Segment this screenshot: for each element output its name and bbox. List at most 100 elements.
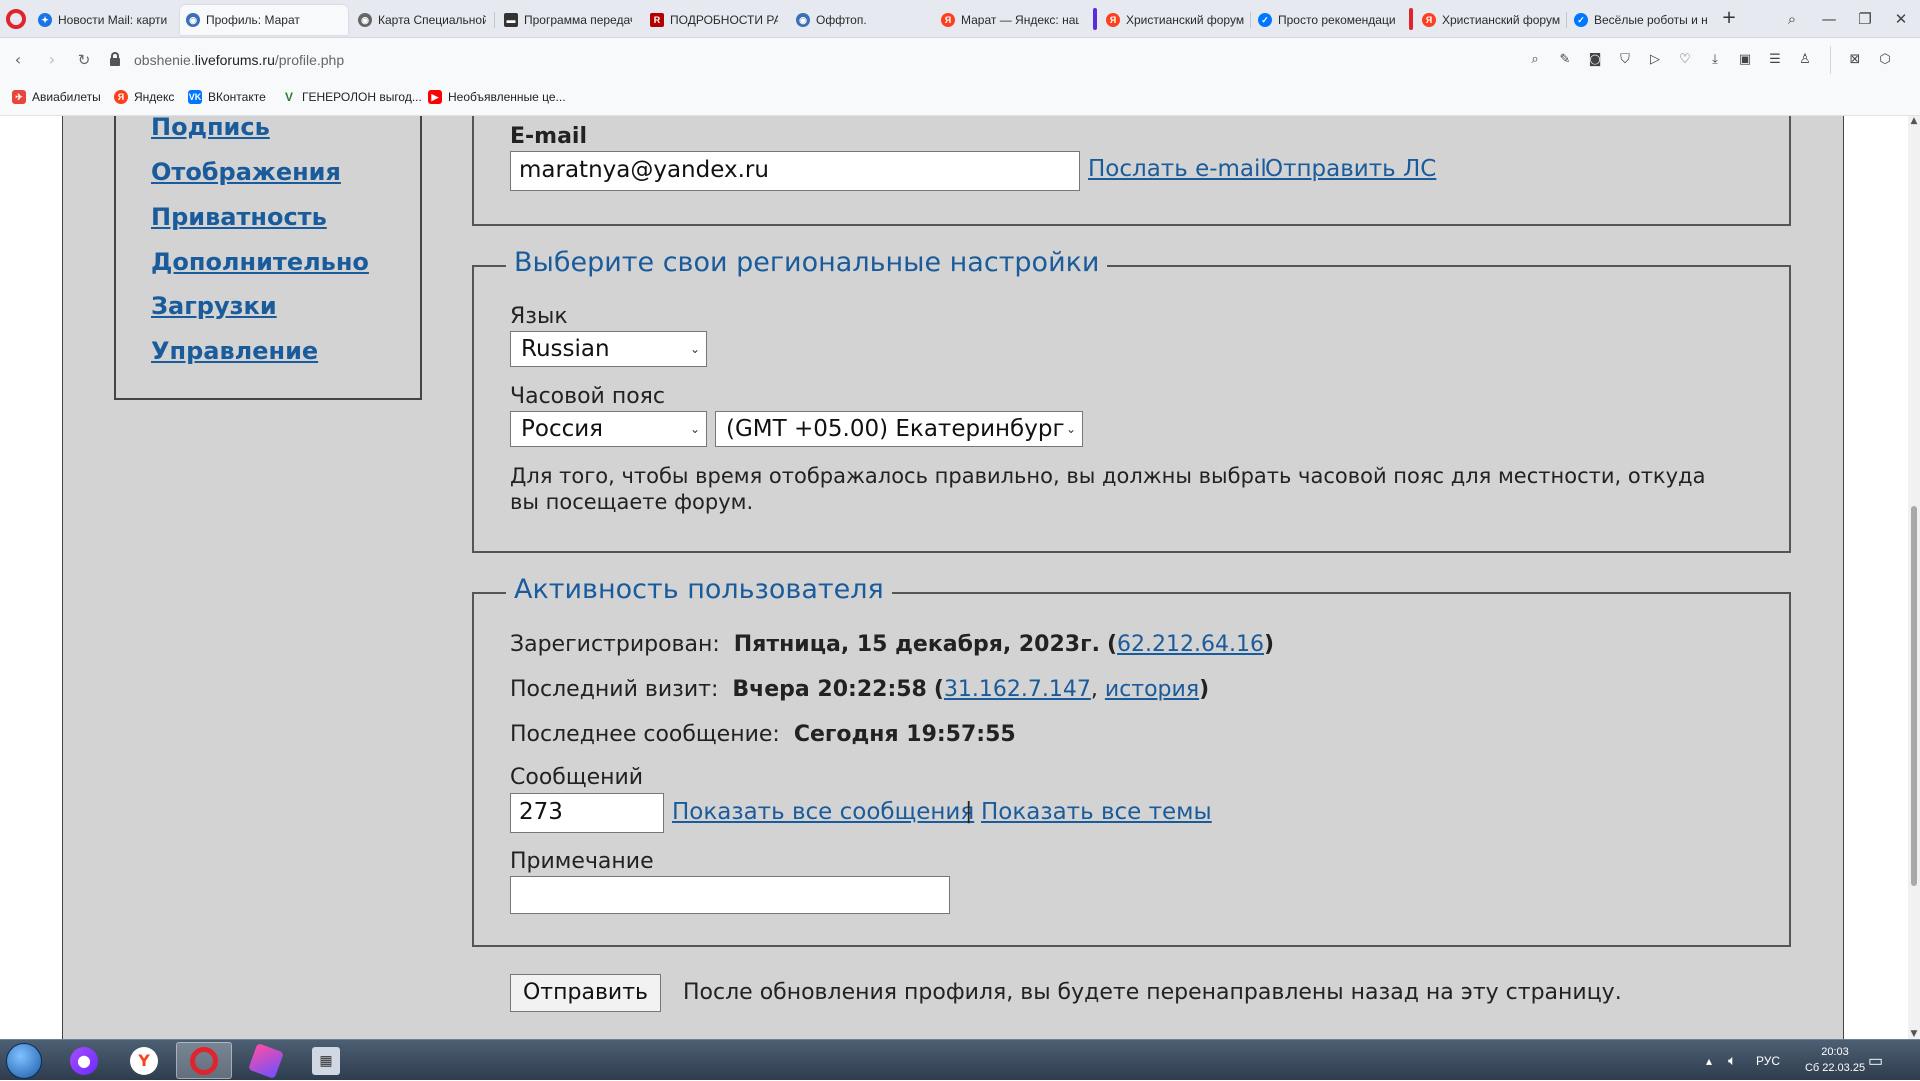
- taskbar-app[interactable]: [238, 1042, 294, 1079]
- tab-search-icon[interactable]: ⌕: [1775, 6, 1809, 32]
- email-label: E-mail: [510, 124, 588, 149]
- chevron-down-icon: ⌄: [1065, 422, 1076, 436]
- zoom-icon[interactable]: ⌕: [1525, 50, 1545, 70]
- submit-button[interactable]: Отправить: [510, 974, 661, 1012]
- shield-icon[interactable]: ⛉: [1615, 50, 1635, 70]
- last-visit-row: Последний визит: Вчера 20:22:58 (31.162.…: [510, 677, 1210, 702]
- scroll-down-icon[interactable]: ▼: [1908, 1029, 1920, 1039]
- registered-ip-link[interactable]: 62.212.64.16: [1117, 632, 1264, 657]
- sidebar-item-privacy[interactable]: Приватность: [151, 203, 327, 231]
- activity-legend: Активность пользователя: [506, 574, 892, 605]
- links-separator: |: [965, 799, 973, 824]
- yandex-icon: Я: [1106, 13, 1120, 27]
- mail-news-icon: ✦: [38, 13, 52, 27]
- taskbar-calculator[interactable]: ▦: [298, 1042, 354, 1079]
- windows-taskbar: ● Y ▦ ▴ 🔈︎ РУС 20:03 Сб 22.03.25 ▭: [0, 1039, 1920, 1080]
- bookmark-yandex[interactable]: Я Яндекс: [114, 90, 174, 104]
- camera-icon[interactable]: ◙: [1585, 50, 1605, 70]
- note-field[interactable]: [510, 876, 950, 914]
- posts-count-field[interactable]: 273: [510, 793, 664, 833]
- history-link[interactable]: история: [1105, 677, 1199, 702]
- country-select[interactable]: Россия ⌄: [510, 411, 707, 447]
- timezone-hint: Для того, чтобы время отображалось прави…: [510, 464, 1706, 488]
- vk-icon: ✓: [1258, 13, 1272, 27]
- notifications-icon[interactable]: ▭: [1868, 1040, 1883, 1081]
- close-icon[interactable]: ✕: [1884, 6, 1918, 32]
- tab-mail-news[interactable]: ✦ Новости Mail: картин: [32, 5, 174, 35]
- opera-icon: [190, 1046, 218, 1075]
- sidebar-item-signature[interactable]: Подпись: [151, 116, 270, 141]
- send-email-link[interactable]: Послать e-mail: [1088, 156, 1267, 182]
- ticket-icon: ✈: [12, 90, 26, 104]
- yandex-browser-icon: Y: [130, 1046, 158, 1075]
- chevron-down-icon: ⌄: [689, 342, 700, 356]
- email-field[interactable]: maratnya@yandex.ru: [510, 151, 1080, 191]
- sidebar-item-additional[interactable]: Дополнительно: [151, 248, 369, 276]
- browser-tab-bar: ✦ Новости Mail: картин ◉ Профиль: Марат …: [0, 0, 1920, 38]
- opera-menu-icon[interactable]: [6, 9, 26, 29]
- scrollbar-thumb[interactable]: [1911, 506, 1917, 886]
- bookmark-aviatickets[interactable]: ✈ Авиабилеты: [12, 90, 101, 104]
- timezone-label: Часовой пояс: [510, 384, 666, 409]
- tab-news-details[interactable]: R ПОДРОБНОСТИ РАЗГ: [644, 5, 784, 35]
- easy-setup-icon[interactable]: ☰: [1765, 50, 1785, 70]
- player-icon[interactable]: ▣: [1735, 50, 1755, 70]
- note-label: Примечание: [510, 849, 654, 874]
- vk-icon: ✓: [1574, 13, 1588, 27]
- registered-row: Зарегистрирован: Пятница, 15 декабря, 20…: [510, 632, 1275, 657]
- regional-legend: Выберите свои региональные настройки: [506, 247, 1108, 278]
- volume-icon[interactable]: 🔈︎: [1728, 1040, 1736, 1081]
- tab-tv-program[interactable]: ▬ Программа передач: [498, 5, 638, 35]
- play-icon[interactable]: ▷: [1645, 50, 1665, 70]
- bookmark-youtube[interactable]: ▶ Необъявленные це...: [428, 90, 566, 104]
- tab-funny-robots[interactable]: ✓ Весёлые роботы и не: [1568, 5, 1714, 35]
- cube-icon[interactable]: ⬡: [1875, 50, 1895, 70]
- new-tab-button[interactable]: +: [1718, 8, 1740, 30]
- tab-yandex-search[interactable]: Я Марат — Яндекс: нащ: [935, 5, 1085, 35]
- address-bar: ‹ › ↻ obshenie. liveforums.ru/profile.php…: [0, 38, 1920, 108]
- edit-icon[interactable]: ✎: [1555, 50, 1575, 70]
- forward-icon[interactable]: ›: [40, 48, 64, 72]
- send-pm-link[interactable]: Отправить ЛС: [1265, 156, 1436, 182]
- minimize-icon[interactable]: —: [1812, 6, 1846, 32]
- taskbar-opera[interactable]: [176, 1042, 232, 1079]
- tab-profile-active[interactable]: ◉ Профиль: Марат: [180, 5, 348, 35]
- lock-icon: [110, 52, 120, 66]
- back-icon[interactable]: ‹: [6, 48, 30, 72]
- reload-icon[interactable]: ↻: [72, 48, 96, 72]
- bookmark-vkontakte[interactable]: VK ВКонтакте: [188, 90, 266, 104]
- download-icon[interactable]: ⤓: [1705, 50, 1725, 70]
- page-scrollbar[interactable]: ▲ ▼: [1908, 116, 1920, 1039]
- timezone-select[interactable]: (GMT +05.00) Екатеринбург ⌄: [715, 411, 1083, 447]
- scroll-up-icon[interactable]: ▲: [1908, 116, 1920, 126]
- show-all-topics-link[interactable]: Показать все темы: [981, 799, 1212, 825]
- sidebar-item-management[interactable]: Управление: [151, 337, 318, 365]
- taskbar-yandex-browser[interactable]: Y: [116, 1042, 172, 1079]
- tab-offtopic[interactable]: ◉ Оффтоп.: [790, 5, 930, 35]
- last-post-row: Последнее сообщение: Сегодня 19:57:55: [510, 722, 1016, 747]
- account-icon[interactable]: ♙: [1795, 50, 1815, 70]
- liveforums-icon: ◉: [796, 13, 810, 27]
- start-button[interactable]: [6, 1043, 42, 1079]
- tab-map[interactable]: ◉ Карта Специальной в: [352, 5, 492, 35]
- tray-expand-icon[interactable]: ▴: [1706, 1040, 1712, 1081]
- heart-icon[interactable]: ♡: [1675, 50, 1695, 70]
- extensions-icon[interactable]: ⊠: [1845, 50, 1865, 70]
- tab-christian-forum-2[interactable]: Я Христианский форум: [1416, 5, 1566, 35]
- sidebar-item-display[interactable]: Отображения: [151, 158, 341, 186]
- last-visit-ip-link[interactable]: 31.162.7.147: [944, 677, 1091, 702]
- url-field[interactable]: obshenie. liveforums.ru/profile.php: [110, 47, 344, 73]
- taskbar-alice[interactable]: ●: [56, 1042, 112, 1079]
- posts-label: Сообщений: [510, 765, 644, 790]
- youtube-icon: ▶: [428, 90, 442, 104]
- restore-icon[interactable]: ❐: [1848, 6, 1882, 32]
- yandex-icon: Я: [941, 13, 955, 27]
- show-all-posts-link[interactable]: Показать все сообщения: [672, 799, 974, 825]
- language-indicator[interactable]: РУС: [1756, 1040, 1780, 1081]
- sidebar-item-uploads[interactable]: Загрузки: [151, 292, 277, 320]
- system-clock[interactable]: 20:03 Сб 22.03.25: [1790, 1044, 1880, 1076]
- bookmark-generolon[interactable]: V ГЕНЕРОЛОН выгод...: [282, 90, 422, 104]
- tab-recommendations[interactable]: ✓ Просто рекомендаци: [1252, 5, 1402, 35]
- tab-christian-forum-1[interactable]: Я Христианский форум: [1100, 5, 1250, 35]
- language-select[interactable]: Russian ⌄: [510, 331, 707, 367]
